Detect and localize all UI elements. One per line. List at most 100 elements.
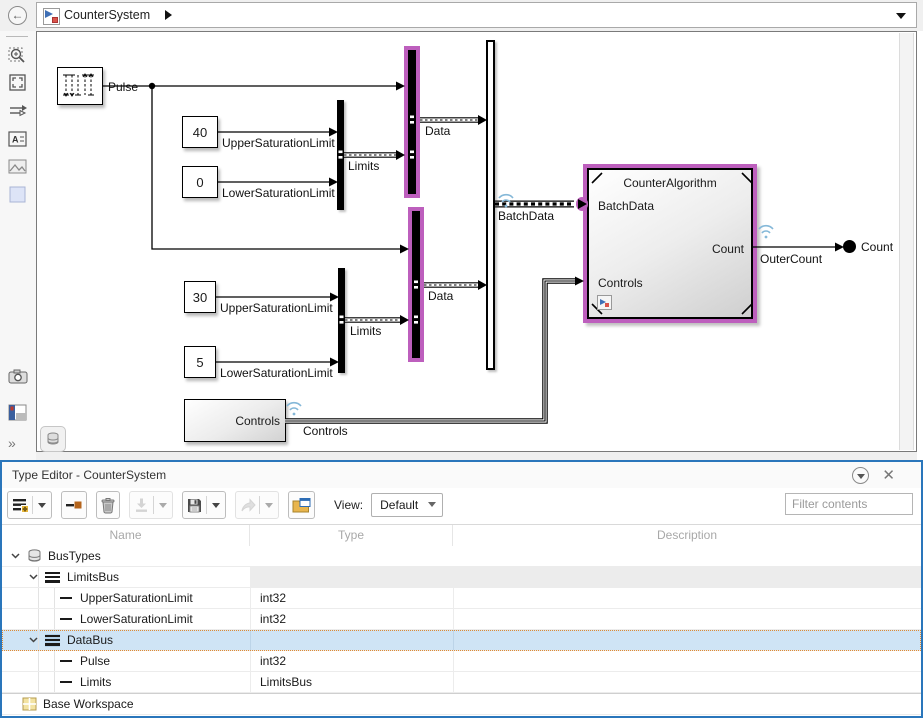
database-icon: [27, 549, 42, 563]
row-description[interactable]: [453, 694, 921, 714]
bus-creator-limits2[interactable]: [338, 268, 345, 373]
type-row-limits[interactable]: LimitsLimitsBus: [2, 672, 921, 693]
constant-lower2-block[interactable]: 5: [184, 346, 216, 378]
breadcrumb[interactable]: CounterSystem: [36, 2, 917, 28]
count-outport[interactable]: [843, 240, 856, 253]
signal-label: Limits: [350, 324, 381, 338]
column-header-type[interactable]: Type: [250, 525, 453, 547]
signal-label: Controls: [303, 424, 348, 438]
workspace-icon: [22, 697, 37, 711]
type-row-lowersaturationlimit[interactable]: LowerSaturationLimit int32: [2, 609, 921, 630]
constant-upper1-block[interactable]: 40: [182, 116, 218, 148]
column-header-description[interactable]: Description: [453, 525, 921, 547]
simulink-window: ← CounterSystem A: [0, 0, 923, 718]
type-row-databus[interactable]: DataBus: [2, 630, 921, 651]
model-canvas[interactable]: 40 0 30 5 Controls: [36, 31, 917, 452]
viewmarks-icon[interactable]: [8, 403, 28, 423]
open-in-dialog-button[interactable]: [288, 491, 315, 519]
bus-icon: [45, 634, 60, 647]
signal-label: Limits: [348, 159, 379, 173]
type-editor-badge[interactable]: [40, 426, 66, 452]
type-row-limitsbus[interactable]: LimitsBus: [2, 567, 921, 588]
add-bus-icon: [11, 496, 29, 514]
bus-creator-data2-highlighted[interactable]: [408, 207, 424, 362]
pulse-block[interactable]: [57, 67, 103, 105]
type-table-header: Name Type Description: [2, 524, 921, 548]
save-button[interactable]: [182, 491, 226, 519]
signal-label: UpperSaturationLimit: [220, 301, 333, 315]
row-name: LowerSaturationLimit: [80, 612, 193, 626]
row-description[interactable]: [453, 588, 921, 608]
dropdown-caret-icon[interactable]: [212, 503, 220, 508]
image-icon[interactable]: [8, 157, 28, 177]
delete-button[interactable]: [96, 491, 120, 519]
type-row-base-workspace[interactable]: Base Workspace: [2, 693, 921, 715]
constant-upper2-block[interactable]: 30: [184, 281, 216, 313]
hide-explorer-button[interactable]: ←: [8, 6, 27, 25]
row-type[interactable]: int32: [250, 609, 453, 629]
breadcrumb-model-name[interactable]: CounterSystem: [64, 8, 150, 22]
bus-creator-limits1[interactable]: [337, 100, 344, 210]
add-bus-button[interactable]: [7, 491, 52, 519]
expand-chevron-icon[interactable]: [26, 574, 40, 580]
row-type[interactable]: [250, 567, 453, 587]
bus-creator-data1-highlighted[interactable]: [404, 46, 420, 198]
constant-lower1-block[interactable]: 0: [182, 166, 218, 198]
model-reference-badge-icon[interactable]: [597, 295, 612, 310]
type-row-uppersaturationlimit[interactable]: UpperSaturationLimitint32: [2, 588, 921, 609]
fit-to-view-icon[interactable]: [8, 73, 28, 93]
controls-subsystem-block[interactable]: Controls: [184, 399, 286, 442]
row-description[interactable]: [453, 651, 921, 671]
annotation-icon[interactable]: A: [8, 129, 28, 149]
row-description[interactable]: [453, 609, 921, 629]
row-type[interactable]: [250, 694, 453, 714]
add-bus-element-button[interactable]: [61, 491, 87, 519]
trash-icon: [100, 497, 116, 514]
database-icon: [46, 432, 60, 446]
expand-more-icon[interactable]: »: [8, 435, 28, 455]
row-description[interactable]: [453, 567, 921, 587]
signal-routing-icon[interactable]: [8, 101, 28, 121]
column-header-name[interactable]: Name: [2, 525, 250, 547]
counter-algorithm-block[interactable]: CounterAlgorithm BatchData Controls Coun…: [583, 164, 757, 323]
view-label: View:: [334, 498, 363, 512]
expand-chevron-icon[interactable]: [26, 637, 40, 643]
breadcrumb-dropdown-icon[interactable]: [896, 13, 906, 19]
constant-value: 30: [193, 290, 207, 305]
type-row-pulse[interactable]: Pulseint32: [2, 651, 921, 672]
row-description[interactable]: [453, 546, 921, 566]
bus-creator-batchdata[interactable]: [486, 40, 495, 370]
expand-chevron-icon[interactable]: [8, 553, 22, 559]
controls-block-label: Controls: [235, 414, 280, 428]
algo-port-count: Count: [712, 242, 744, 256]
share-button[interactable]: [235, 491, 279, 519]
collapse-panel-button[interactable]: [852, 467, 869, 484]
model-icon: [43, 8, 60, 25]
type-row-bustypes[interactable]: BusTypes: [2, 546, 921, 567]
bus-element-icon: [60, 618, 72, 621]
row-type[interactable]: int32: [250, 651, 453, 671]
canvas-bottom-strip: [36, 452, 917, 460]
count-outport-label: Count: [861, 240, 893, 254]
row-type[interactable]: int32: [250, 588, 453, 608]
row-description[interactable]: [453, 672, 921, 692]
screenshot-icon[interactable]: [8, 367, 28, 387]
dropdown-caret-icon[interactable]: [265, 503, 273, 508]
dropdown-caret-icon[interactable]: [38, 503, 46, 508]
signal-label: LowerSaturationLimit: [222, 186, 335, 200]
area-icon[interactable]: [8, 185, 28, 205]
view-select[interactable]: Default: [371, 493, 443, 517]
row-type[interactable]: LimitsBus: [250, 672, 453, 692]
branch-point: [149, 83, 155, 89]
vertical-scrollbar[interactable]: [899, 33, 914, 450]
close-panel-button[interactable]: ✕: [882, 466, 895, 484]
zoom-region-icon[interactable]: [8, 45, 28, 65]
type-editor-titlebar[interactable]: Type Editor - CounterSystem ✕: [2, 462, 921, 488]
signal-label: LowerSaturationLimit: [220, 366, 333, 380]
import-button[interactable]: [129, 491, 173, 519]
dropdown-caret-icon[interactable]: [159, 503, 167, 508]
row-type[interactable]: [250, 630, 453, 650]
row-description[interactable]: [453, 630, 921, 650]
row-type[interactable]: [250, 546, 453, 566]
filter-contents-input[interactable]: [785, 493, 913, 515]
